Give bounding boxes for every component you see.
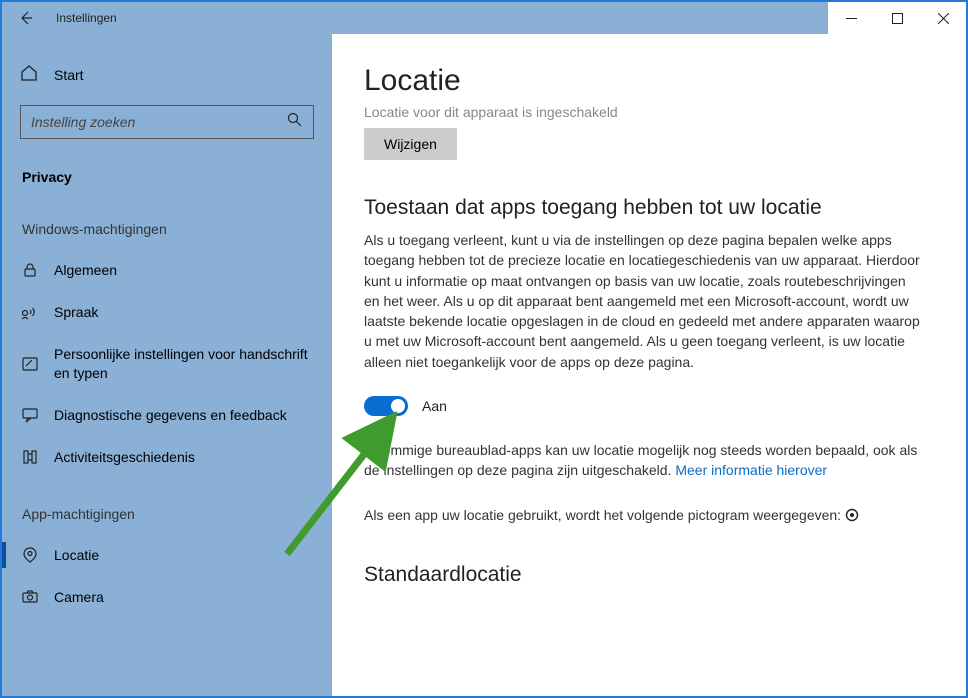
location-icon-note: Als een app uw locatie gebruikt, wordt h… (364, 505, 924, 527)
note-text: n sommige bureaublad-apps kan uw locatie… (364, 442, 917, 478)
nav-item-algemeen[interactable]: Algemeen (2, 249, 332, 291)
location-toggle-row: Aan (364, 396, 930, 416)
feedback-icon (20, 407, 40, 423)
current-section: Privacy (2, 159, 332, 209)
nav-label: Camera (54, 588, 314, 606)
nav-label: Spraak (54, 303, 314, 321)
group-header-apps: App-machtigingen (2, 478, 332, 534)
close-button[interactable] (920, 2, 966, 34)
home-icon (20, 64, 40, 85)
nav-item-handschrift[interactable]: Persoonlijke instellingen voor handschri… (2, 333, 332, 393)
window-controls (828, 2, 966, 34)
nav-label: Algemeen (54, 261, 314, 279)
nav-item-spraak[interactable]: Spraak (2, 291, 332, 333)
location-status: Locatie voor dit apparaat is ingeschakel… (364, 104, 930, 120)
start-label: Start (54, 67, 84, 83)
nav-label: Activiteitsgeschiedenis (54, 448, 314, 466)
group-header-windows: Windows-machtigingen (2, 209, 332, 249)
app-title: Instellingen (56, 11, 117, 25)
toggle-label: Aan (422, 398, 447, 414)
back-arrow-icon (18, 10, 34, 26)
camera-icon (20, 589, 40, 605)
nav-item-activity[interactable]: Activiteitsgeschiedenis (2, 436, 332, 478)
nav-label: Persoonlijke instellingen voor handschri… (54, 345, 314, 381)
change-button[interactable]: Wijzigen (364, 128, 457, 160)
start-link[interactable]: Start (2, 54, 332, 95)
lock-icon (20, 262, 40, 278)
back-button[interactable] (2, 2, 50, 34)
content-area: Locatie Locatie voor dit apparaat is ing… (332, 34, 966, 696)
minimize-button[interactable] (828, 2, 874, 34)
toggle-knob (391, 399, 405, 413)
search-box[interactable] (20, 105, 314, 139)
maximize-button[interactable] (874, 2, 920, 34)
nav-label: Locatie (54, 546, 314, 564)
history-icon (20, 449, 40, 465)
more-info-link[interactable]: Meer informatie hierover (675, 462, 827, 478)
location-indicator-icon (845, 507, 859, 527)
allow-description: Als u toegang verleent, kunt u via de in… (364, 230, 924, 372)
nav-item-locatie[interactable]: Locatie (2, 534, 332, 576)
location-icon (20, 547, 40, 563)
sidebar: Start Privacy Windows-machtigingen Algem… (2, 34, 332, 696)
titlebar: Instellingen (2, 2, 966, 34)
speech-icon (20, 304, 40, 320)
allow-heading: Toestaan dat apps toegang hebben tot uw … (364, 196, 930, 220)
location-toggle[interactable] (364, 396, 408, 416)
nav-label: Diagnostische gegevens en feedback (54, 406, 314, 424)
nav-item-diagnostics[interactable]: Diagnostische gegevens en feedback (2, 394, 332, 436)
icon-note-text: Als een app uw locatie gebruikt, wordt h… (364, 507, 841, 523)
pen-icon (20, 356, 40, 372)
search-icon (287, 112, 303, 132)
default-location-heading: Standaardlocatie (364, 563, 930, 587)
search-input[interactable] (31, 114, 287, 130)
nav-item-camera[interactable]: Camera (2, 576, 332, 618)
page-title: Locatie (364, 64, 930, 98)
desktop-apps-note: n sommige bureaublad-apps kan uw locatie… (364, 440, 924, 481)
